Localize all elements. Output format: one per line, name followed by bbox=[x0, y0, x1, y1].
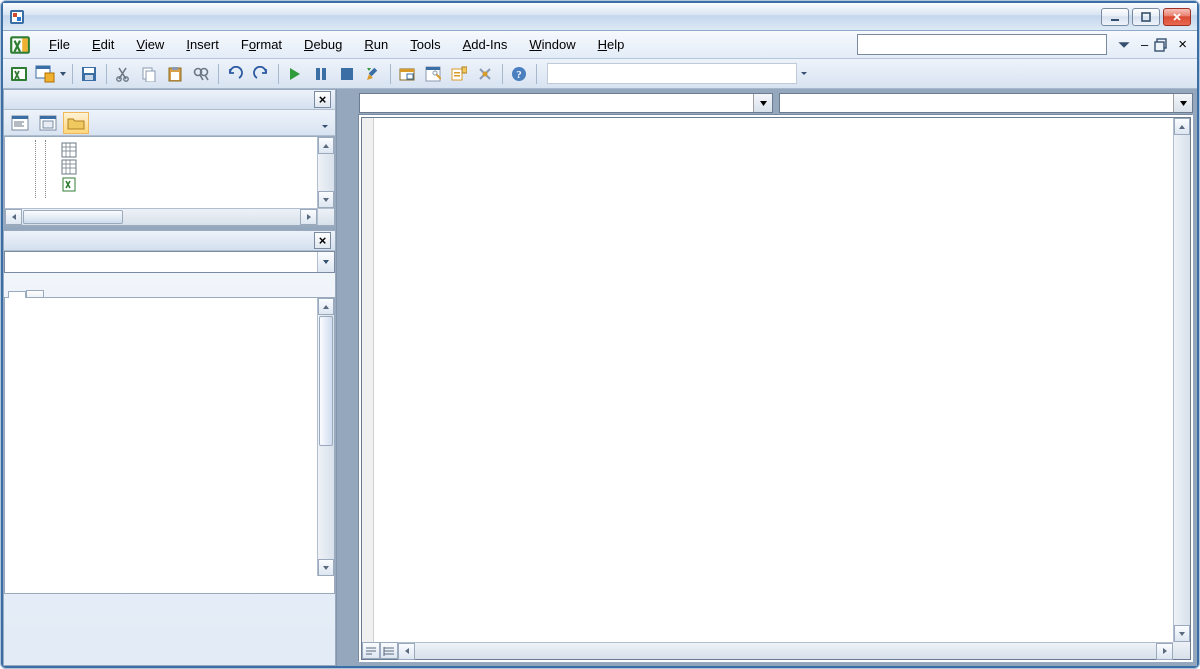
break-icon[interactable] bbox=[309, 62, 333, 86]
menu-tools[interactable]: Tools bbox=[400, 34, 450, 55]
menu-edit[interactable]: Edit bbox=[82, 34, 124, 55]
object-selector-combo[interactable] bbox=[4, 251, 335, 273]
dropdown-icon[interactable] bbox=[753, 94, 772, 112]
menu-window[interactable]: Window bbox=[519, 34, 585, 55]
minimize-button[interactable] bbox=[1101, 8, 1129, 26]
editor-hscrollbar[interactable] bbox=[362, 642, 1173, 659]
editor-vscrollbar[interactable] bbox=[1173, 118, 1190, 642]
properties-window-icon[interactable] bbox=[421, 62, 445, 86]
procedure-view-icon[interactable] bbox=[362, 642, 380, 659]
object-combo[interactable] bbox=[359, 93, 773, 113]
mdi-close-button[interactable]: × bbox=[1178, 36, 1187, 53]
menu-view[interactable]: View bbox=[126, 34, 174, 55]
toolbox-icon[interactable] bbox=[473, 62, 497, 86]
properties-grid[interactable] bbox=[4, 298, 335, 594]
menu-insert[interactable]: Insert bbox=[176, 34, 229, 55]
code-text[interactable] bbox=[374, 118, 1173, 642]
tab-alphabetic[interactable] bbox=[8, 291, 26, 298]
project-explorer-icon[interactable] bbox=[395, 62, 419, 86]
mdi-restore-button[interactable] bbox=[1154, 38, 1168, 52]
find-icon[interactable] bbox=[189, 62, 213, 86]
main-toolbar: ? bbox=[3, 59, 1197, 89]
menu-addins[interactable]: Add-Ins bbox=[453, 34, 518, 55]
design-mode-icon[interactable] bbox=[361, 62, 385, 86]
app-icon bbox=[9, 9, 25, 25]
toggle-folders-icon[interactable] bbox=[63, 112, 89, 134]
tree-item[interactable] bbox=[61, 141, 313, 158]
project-pane-close-button[interactable]: × bbox=[314, 91, 331, 108]
menu-format[interactable]: Format bbox=[231, 34, 292, 55]
insert-userform-icon[interactable] bbox=[33, 62, 57, 86]
menu-help[interactable]: Help bbox=[588, 34, 635, 55]
toolbar-overflow-icon[interactable] bbox=[799, 62, 809, 86]
help-icon[interactable]: ? bbox=[507, 62, 531, 86]
view-excel-icon[interactable] bbox=[7, 62, 31, 86]
properties-vscrollbar[interactable] bbox=[317, 298, 334, 576]
full-module-view-icon[interactable] bbox=[380, 642, 398, 659]
mdi-minimize-button[interactable]: – bbox=[1137, 37, 1152, 52]
save-icon[interactable] bbox=[77, 62, 101, 86]
dropdown-icon[interactable] bbox=[59, 65, 67, 83]
view-code-icon[interactable] bbox=[7, 112, 33, 134]
title-bar bbox=[3, 3, 1197, 31]
line-col-indicator bbox=[547, 63, 797, 84]
run-icon[interactable] bbox=[283, 62, 307, 86]
help-search-input[interactable] bbox=[857, 34, 1107, 55]
properties-pane: × bbox=[3, 230, 336, 666]
dropdown-icon[interactable] bbox=[317, 252, 334, 272]
excel-icon[interactable] bbox=[9, 34, 31, 56]
reset-icon[interactable] bbox=[335, 62, 359, 86]
worksheet-icon bbox=[61, 159, 77, 175]
tree-item[interactable] bbox=[61, 175, 313, 192]
help-dropdown-icon[interactable] bbox=[1117, 38, 1131, 52]
project-explorer-pane: × bbox=[3, 89, 336, 227]
undo-icon[interactable] bbox=[223, 62, 247, 86]
view-object-icon[interactable] bbox=[35, 112, 61, 134]
tree-item[interactable] bbox=[61, 158, 313, 175]
tree-vscrollbar[interactable] bbox=[317, 137, 334, 208]
menu-run[interactable]: Run bbox=[354, 34, 398, 55]
properties-pane-close-button[interactable]: × bbox=[314, 232, 331, 249]
tab-categorized[interactable] bbox=[26, 290, 44, 297]
maximize-button[interactable] bbox=[1132, 8, 1160, 26]
svg-text:?: ? bbox=[516, 69, 522, 81]
dropdown-icon[interactable] bbox=[1173, 94, 1192, 112]
code-editor[interactable] bbox=[361, 117, 1191, 660]
paste-icon[interactable] bbox=[163, 62, 187, 86]
editor-margin bbox=[362, 118, 374, 642]
project-tree[interactable] bbox=[4, 136, 335, 226]
menu-debug[interactable]: Debug bbox=[294, 34, 352, 55]
close-button[interactable] bbox=[1163, 8, 1191, 26]
pane-toolbar-overflow-icon[interactable] bbox=[318, 112, 332, 134]
menu-file[interactable]: File bbox=[39, 34, 80, 55]
procedure-combo[interactable] bbox=[779, 93, 1193, 113]
tree-hscrollbar[interactable] bbox=[5, 208, 317, 225]
redo-icon[interactable] bbox=[249, 62, 273, 86]
object-browser-icon[interactable] bbox=[447, 62, 471, 86]
properties-tabs bbox=[4, 276, 335, 298]
cut-icon[interactable] bbox=[111, 62, 135, 86]
worksheet-icon bbox=[61, 142, 77, 158]
workbook-icon bbox=[61, 176, 77, 192]
copy-icon[interactable] bbox=[137, 62, 161, 86]
menu-bar: File Edit View Insert Format Debug Run T… bbox=[3, 31, 1197, 59]
